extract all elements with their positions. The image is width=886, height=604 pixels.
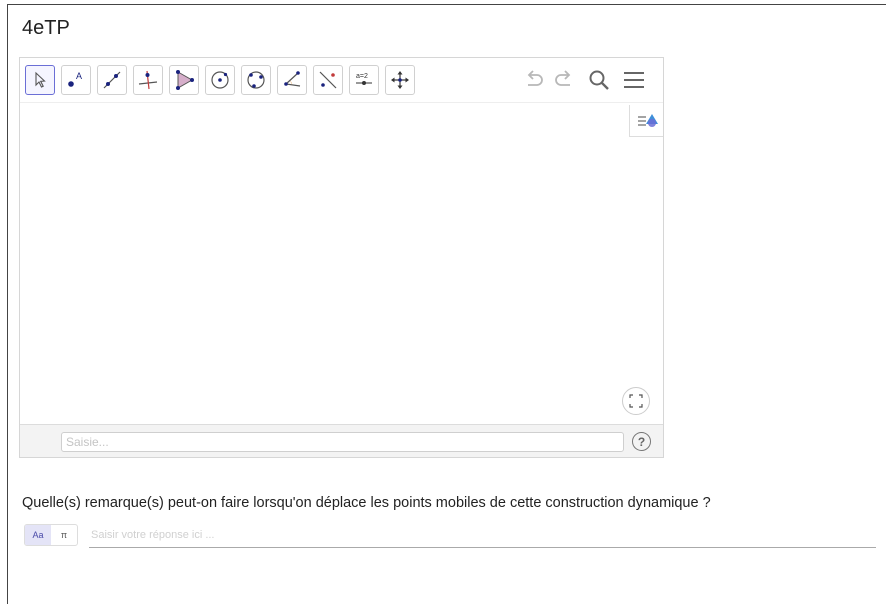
point-tool-letter: A bbox=[76, 71, 82, 81]
move-tool-button[interactable] bbox=[25, 65, 55, 95]
geogebra-applet: A a=2 Saisie... ? bbox=[19, 57, 664, 458]
algebra-input-bar: ? bbox=[20, 424, 663, 457]
undo-icon bbox=[527, 70, 543, 86]
slider-tool-label: a=2 bbox=[356, 73, 368, 80]
answer-input[interactable] bbox=[89, 523, 876, 548]
slider-icon: a=2 bbox=[356, 73, 372, 85]
search-button[interactable] bbox=[585, 66, 613, 94]
undo-button[interactable] bbox=[520, 66, 548, 94]
point-a-icon: A bbox=[68, 71, 82, 87]
point-tool-button[interactable]: A bbox=[61, 65, 91, 95]
text-mode-button[interactable]: Aa bbox=[25, 525, 51, 545]
line-tool-button[interactable] bbox=[97, 65, 127, 95]
polygon-icon bbox=[176, 70, 194, 90]
reflect-line-icon bbox=[319, 71, 337, 89]
menu-icon bbox=[624, 72, 644, 88]
math-mode-button[interactable]: π bbox=[51, 525, 77, 545]
line-through-points-icon bbox=[103, 71, 121, 89]
question-text: Quelle(s) remarque(s) peut-on faire lors… bbox=[22, 495, 711, 511]
search-icon bbox=[589, 70, 609, 90]
circle-center-icon bbox=[211, 71, 229, 89]
angle-icon bbox=[284, 71, 301, 87]
polygon-tool-button[interactable] bbox=[169, 65, 199, 95]
circle-three-points-icon bbox=[247, 71, 265, 89]
perpendicular-line-icon bbox=[138, 70, 158, 90]
move-graphics-tool-button[interactable] bbox=[385, 65, 415, 95]
toolbar: A a=2 bbox=[20, 58, 663, 102]
style-bar-icon bbox=[637, 113, 658, 127]
slider-tool-button[interactable]: a=2 bbox=[349, 65, 379, 95]
reflect-tool-button[interactable] bbox=[313, 65, 343, 95]
redo-button[interactable] bbox=[550, 66, 578, 94]
main-menu-button[interactable] bbox=[620, 66, 648, 94]
circle-three-points-tool-button[interactable] bbox=[241, 65, 271, 95]
input-help-button[interactable]: ? bbox=[632, 432, 651, 451]
fullscreen-icon bbox=[629, 394, 643, 408]
arrow-pointer-icon bbox=[35, 71, 46, 88]
answer-mode-toggle: Aa π bbox=[24, 524, 78, 546]
page-title: 4eTP bbox=[22, 17, 70, 39]
circle-center-tool-button[interactable] bbox=[205, 65, 235, 95]
move-arrows-icon bbox=[391, 71, 409, 89]
fullscreen-button[interactable] bbox=[622, 387, 650, 415]
angle-tool-button[interactable] bbox=[277, 65, 307, 95]
perpendicular-tool-button[interactable] bbox=[133, 65, 163, 95]
help-icon: ? bbox=[637, 434, 646, 449]
algebra-input[interactable] bbox=[61, 432, 624, 452]
style-bar-toggle-button[interactable] bbox=[629, 105, 663, 137]
redo-icon bbox=[555, 70, 571, 86]
graphics-view[interactable] bbox=[20, 102, 663, 425]
